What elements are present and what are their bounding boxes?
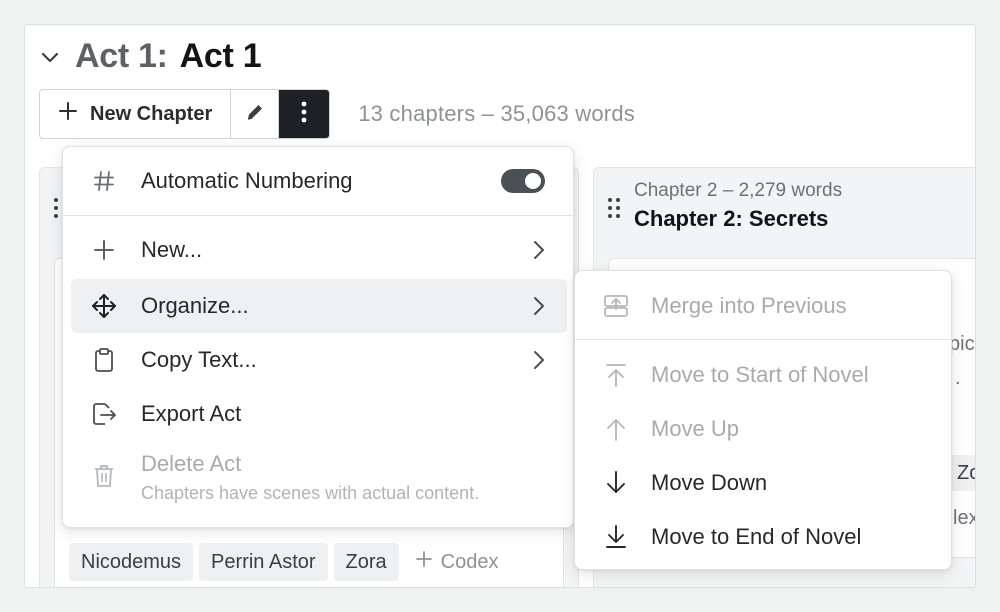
automatic-numbering-toggle[interactable] — [501, 169, 545, 193]
arrow-up-to-line-icon — [601, 360, 631, 390]
codex-tag[interactable]: Perrin Astor — [199, 543, 328, 581]
chevron-right-icon — [529, 350, 549, 370]
move-to-start-item: Move to Start of Novel — [575, 348, 951, 402]
menu-item-label: Copy Text... — [141, 347, 257, 372]
delete-disabled-reason: Chapters have scenes with actual content… — [141, 483, 480, 503]
menu-divider — [63, 215, 573, 216]
menu-item-copy-text[interactable]: Copy Text... — [71, 333, 567, 387]
more-options-button[interactable] — [279, 90, 330, 138]
menu-item-label: Automatic Numbering — [141, 168, 353, 193]
menu-item-label: New... — [141, 237, 203, 262]
arrow-up-icon — [601, 414, 631, 444]
merge-icon — [601, 291, 631, 321]
new-chapter-label: New Chapter — [90, 102, 213, 125]
act-options-menu: Automatic Numbering New... Organize... C… — [62, 146, 574, 528]
move-to-end-item[interactable]: Move to End of Novel — [575, 510, 951, 564]
menu-item-new[interactable]: New... — [71, 225, 567, 275]
move-down-item[interactable]: Move Down — [575, 456, 951, 510]
edit-act-button[interactable] — [231, 90, 280, 138]
chapter-title[interactable]: Chapter 2: Secrets — [634, 206, 828, 232]
pencil-icon — [244, 101, 266, 128]
export-icon — [89, 399, 119, 429]
plus-icon — [89, 235, 119, 265]
submenu-item-label: Merge into Previous — [651, 293, 847, 318]
menu-item-organize[interactable]: Organize... — [71, 279, 567, 333]
plus-icon — [58, 101, 78, 127]
menu-item-delete-act: Delete Act Chapters have scenes with act… — [71, 443, 567, 513]
act-header: Act 1: Act 1 — [39, 37, 262, 76]
add-codex-button[interactable]: Codex — [405, 550, 509, 574]
move-arrows-icon — [89, 291, 119, 321]
submenu-item-label: Move to End of Novel — [651, 524, 862, 549]
act-stats: 13 chapters – 35,063 words — [358, 101, 635, 126]
menu-item-automatic-numbering[interactable]: Automatic Numbering — [71, 161, 567, 201]
clipboard-icon — [89, 345, 119, 375]
act-title[interactable]: Act 1 — [180, 37, 262, 76]
peek-text: pic — [949, 333, 975, 355]
new-chapter-button[interactable]: New Chapter — [40, 90, 232, 138]
act-prefix: Act 1: — [75, 37, 168, 75]
peek-text: . — [955, 367, 961, 389]
arrow-down-to-line-icon — [601, 522, 631, 552]
move-up-item: Move Up — [575, 402, 951, 456]
menu-item-export-act[interactable]: Export Act — [71, 387, 567, 441]
submenu-item-label: Move to Start of Novel — [651, 362, 869, 387]
submenu-item-label: Move Up — [651, 416, 740, 441]
merge-into-previous-item: Merge into Previous — [575, 279, 951, 333]
chevron-right-icon — [529, 240, 549, 260]
more-vertical-icon — [301, 100, 307, 129]
submenu-divider — [575, 339, 951, 340]
peek-text: lex — [953, 507, 975, 529]
hash-icon — [89, 166, 119, 196]
organize-submenu: Merge into Previous Move to Start of Nov… — [574, 270, 952, 570]
drag-handle-icon[interactable] — [608, 198, 620, 218]
codex-tag[interactable]: Nicodemus — [69, 543, 194, 581]
codex-tag[interactable]: Zora — [333, 543, 399, 581]
menu-item-label: Delete Act — [141, 451, 242, 476]
add-codex-label: Codex — [440, 550, 499, 573]
codex-tags: Nicodemus Perrin Astor Zora Codex — [69, 543, 508, 581]
chapter-meta: Chapter 2 – 2,279 words — [634, 180, 843, 201]
toolbar-button-group: New Chapter — [39, 89, 331, 139]
chevron-down-icon[interactable] — [39, 46, 61, 68]
act-toolbar: New Chapter 13 chapters – 35,063 words — [39, 89, 635, 139]
codex-tag[interactable]: Zo — [949, 455, 975, 491]
menu-item-label: Export Act — [141, 401, 242, 426]
arrow-down-icon — [601, 468, 631, 498]
chevron-right-icon — [529, 296, 549, 316]
plus-icon — [415, 550, 433, 574]
submenu-item-label: Move Down — [651, 470, 768, 495]
menu-item-label: Organize... — [141, 293, 249, 318]
trash-icon — [89, 461, 119, 491]
